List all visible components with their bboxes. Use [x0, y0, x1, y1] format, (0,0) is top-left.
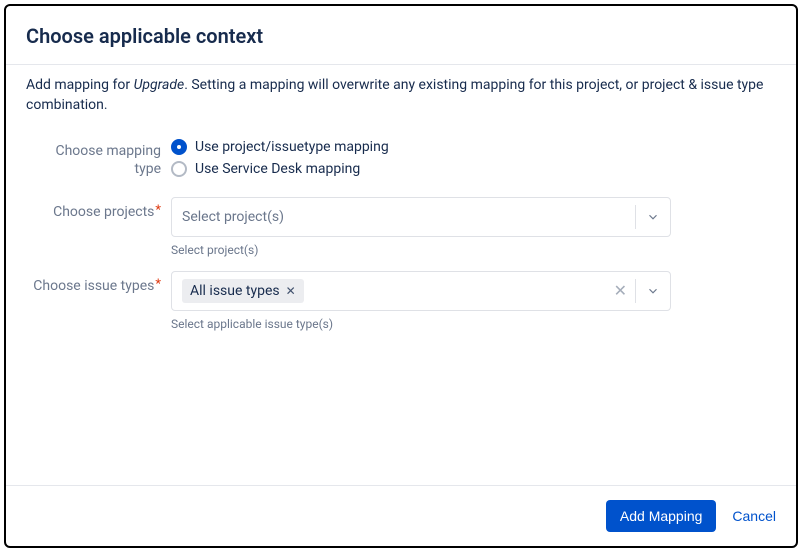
add-mapping-button[interactable]: Add Mapping [606, 500, 717, 532]
dialog-footer: Add Mapping Cancel [6, 485, 796, 546]
radio-label-service-desk: Use Service Desk mapping [195, 161, 360, 177]
chip-label: All issue types [190, 283, 280, 299]
control-choose-issue-types: All issue types ✕ ✕ Select applicable is… [171, 271, 671, 331]
cancel-button[interactable]: Cancel [732, 508, 776, 524]
chevron-down-icon[interactable] [636, 210, 670, 224]
select-projects-placeholder: Select project(s) [182, 209, 284, 225]
label-choose-projects: Choose projects* [26, 197, 171, 221]
required-marker: * [155, 203, 161, 218]
radio-project-issuetype[interactable]: Use project/issuetype mapping [171, 139, 671, 155]
radio-selected-icon [171, 139, 187, 155]
chip-remove-icon[interactable]: ✕ [286, 284, 296, 298]
label-text-issue-types: Choose issue types [33, 278, 154, 294]
dialog-header: Choose applicable context [6, 6, 796, 65]
radio-unselected-icon [171, 161, 187, 177]
helper-issue-types: Select applicable issue type(s) [171, 317, 671, 331]
radio-label-project-issuetype: Use project/issuetype mapping [195, 139, 389, 155]
label-mapping-type: Choose mapping type [26, 136, 171, 178]
radio-group-mapping-type: Use project/issuetype mapping Use Servic… [171, 136, 671, 183]
required-marker: * [155, 277, 161, 292]
control-choose-projects: Select project(s) Select project(s) [171, 197, 671, 257]
dialog-body: Add mapping for Upgrade. Setting a mappi… [6, 65, 796, 485]
chevron-down-icon[interactable] [636, 284, 670, 298]
helper-projects: Select project(s) [171, 243, 671, 257]
intro-prefix: Add mapping for [26, 77, 134, 93]
radio-service-desk[interactable]: Use Service Desk mapping [171, 161, 671, 177]
clear-icon[interactable]: ✕ [606, 283, 635, 299]
label-choose-issue-types: Choose issue types* [26, 271, 171, 295]
intro-scheme-name: Upgrade [134, 77, 185, 93]
label-text-projects: Choose projects [53, 204, 154, 220]
intro-text: Add mapping for Upgrade. Setting a mappi… [26, 75, 776, 116]
choose-context-dialog: Choose applicable context Add mapping fo… [4, 4, 798, 548]
field-choose-issue-types: Choose issue types* All issue types ✕ ✕ [26, 271, 776, 331]
select-projects-content: Select project(s) [172, 209, 635, 225]
dialog-title: Choose applicable context [26, 24, 776, 48]
field-mapping-type: Choose mapping type Use project/issuetyp… [26, 136, 776, 183]
select-projects[interactable]: Select project(s) [171, 197, 671, 237]
select-issue-types[interactable]: All issue types ✕ ✕ [171, 271, 671, 311]
chip-all-issue-types: All issue types ✕ [182, 279, 304, 303]
field-choose-projects: Choose projects* Select project(s) Selec… [26, 197, 776, 257]
select-issue-types-content: All issue types ✕ [172, 279, 606, 303]
